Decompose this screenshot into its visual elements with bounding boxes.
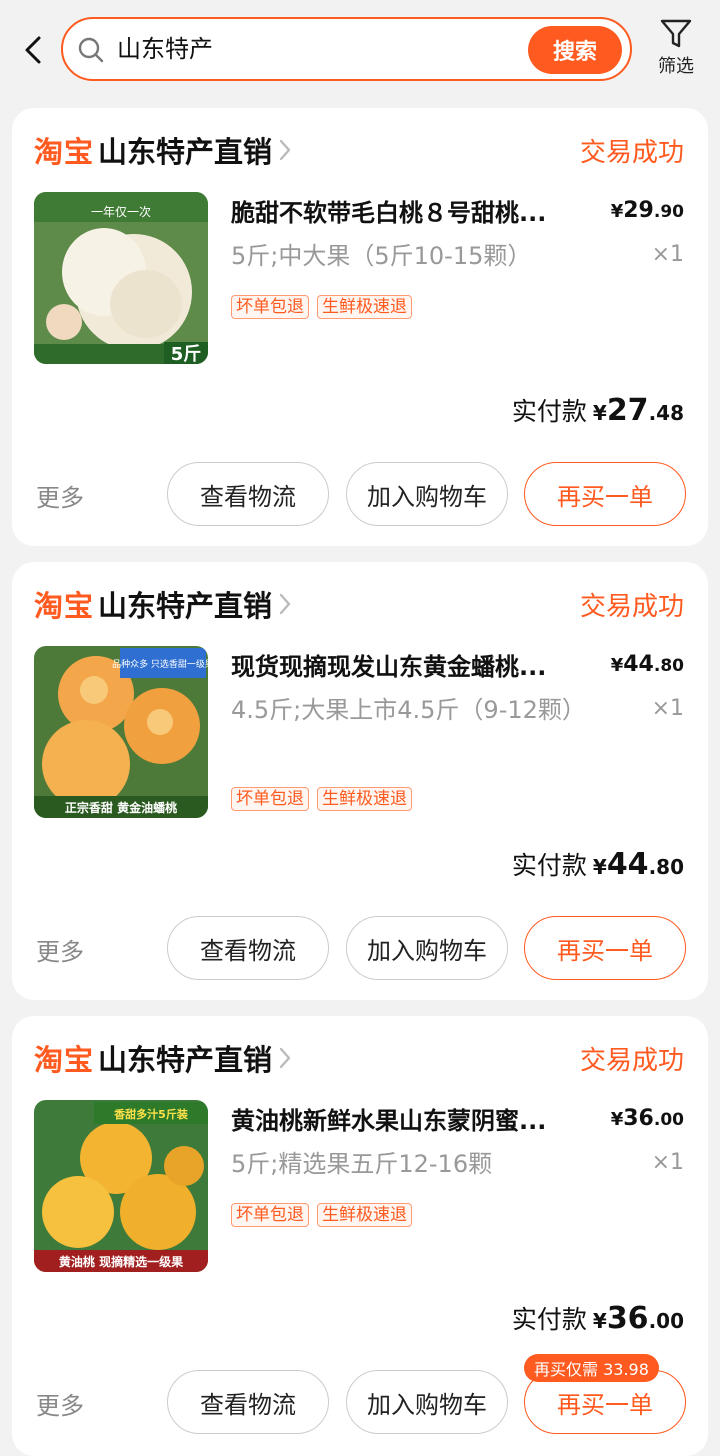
shop-name: 山东特产直销 <box>98 1043 273 1077</box>
product-image-text: 一年仅一次 <box>91 205 151 219</box>
service-tag: 坏单包退 <box>231 787 309 811</box>
more-button[interactable]: 更多 <box>36 932 84 967</box>
search-box[interactable]: 山东特产 搜索 <box>61 17 632 81</box>
paid-integer: 36 <box>606 1301 649 1336</box>
taobao-logo: 淘宝 <box>34 1043 95 1077</box>
order-status: 交易成功 <box>579 592 684 622</box>
filter-button[interactable]: 筛选 <box>650 18 702 84</box>
paid-decimal: .80 <box>648 855 684 879</box>
product-spec: 5斤;中大果（5斤10-15颗） <box>231 242 532 270</box>
unit-price: ¥44.80 <box>611 652 684 677</box>
service-tag: 坏单包退 <box>231 295 309 319</box>
product-image-text: 香甜多汁5斤装 <box>113 1107 188 1121</box>
product-image[interactable]: 一年仅一次 5斤 <box>34 192 208 364</box>
taobao-logo: 淘宝 <box>34 589 95 623</box>
paid-integer: 44 <box>606 847 649 882</box>
product-title[interactable]: 脆甜不软带毛白桃８号甜桃... <box>231 196 591 230</box>
add-to-cart-button[interactable]: 加入购物车 <box>346 916 508 980</box>
more-button[interactable]: 更多 <box>36 478 84 513</box>
add-to-cart-button[interactable]: 加入购物车 <box>346 1370 508 1434</box>
price-integer: 29 <box>623 198 654 223</box>
search-icon <box>78 37 104 63</box>
currency-symbol: ¥ <box>610 201 624 222</box>
service-tag: 生鲜极速退 <box>317 787 412 811</box>
paid-amount: 实付款 ¥ 36 .00 <box>512 1300 684 1336</box>
chevron-right-icon <box>279 139 291 161</box>
more-button[interactable]: 更多 <box>36 1386 84 1421</box>
product-title[interactable]: 黄油桃新鲜水果山东蒙阴蜜... <box>231 1104 591 1138</box>
chevron-left-icon <box>25 36 41 64</box>
quantity: ×1 <box>651 242 684 267</box>
price-decimal: .90 <box>653 202 684 222</box>
order-card: 淘宝 山东特产直销 交易成功 香甜多汁5斤装 黄油桃 现摘精选一级果 黄油桃新鲜… <box>12 1016 708 1456</box>
quantity: ×1 <box>651 1150 684 1175</box>
search-input[interactable]: 山东特产 <box>117 33 213 65</box>
back-button[interactable] <box>18 32 48 68</box>
chevron-right-icon <box>279 593 291 615</box>
rebuy-price-badge: 再买仅需 33.98 <box>524 1354 659 1382</box>
taobao-logo: 淘宝 <box>34 135 95 169</box>
price-integer: 36 <box>623 1106 654 1131</box>
product-image[interactable]: 品种众多 只选香甜一级果 正宗香甜 黄金油蟠桃 <box>34 646 208 818</box>
price-decimal: .00 <box>653 1110 684 1130</box>
paid-label: 实付款 <box>511 1305 587 1334</box>
product-image-text: 5斤 <box>171 344 202 364</box>
shop-name: 山东特产直销 <box>98 589 273 623</box>
currency-symbol: ¥ <box>592 1309 607 1333</box>
quantity: ×1 <box>651 696 684 721</box>
order-status: 交易成功 <box>579 1046 684 1076</box>
shop-header[interactable]: 淘宝 山东特产直销 <box>34 1038 292 1078</box>
service-tags: 坏单包退 生鲜极速退 <box>231 1203 412 1227</box>
currency-symbol: ¥ <box>592 855 607 879</box>
currency-symbol: ¥ <box>592 401 607 425</box>
currency-symbol: ¥ <box>610 655 624 676</box>
service-tag: 生鲜极速退 <box>317 295 412 319</box>
paid-integer: 27 <box>606 393 649 428</box>
order-card: 淘宝 山东特产直销 交易成功 品种众多 只选香甜一级果 正宗香甜 黄金油蟠桃 现… <box>12 562 708 1000</box>
view-logistics-button[interactable]: 查看物流 <box>167 462 329 526</box>
order-status: 交易成功 <box>579 138 684 168</box>
search-button[interactable]: 搜索 <box>528 26 622 74</box>
product-title[interactable]: 现货现摘现发山东黄金蟠桃... <box>231 650 591 684</box>
shop-name: 山东特产直销 <box>98 135 273 169</box>
buy-again-button[interactable]: 再买一单 <box>524 462 686 526</box>
top-bar: 山东特产 搜索 筛选 <box>0 0 720 100</box>
buy-again-button[interactable]: 再买一单 <box>524 916 686 980</box>
view-logistics-button[interactable]: 查看物流 <box>167 1370 329 1434</box>
paid-label: 实付款 <box>511 851 587 880</box>
product-image[interactable]: 香甜多汁5斤装 黄油桃 现摘精选一级果 <box>34 1100 208 1272</box>
paid-decimal: .48 <box>648 401 684 425</box>
price-integer: 44 <box>623 652 654 677</box>
filter-icon <box>660 19 692 48</box>
paid-decimal: .00 <box>648 1309 684 1333</box>
unit-price: ¥36.00 <box>611 1106 684 1131</box>
paid-amount: 实付款 ¥ 44 .80 <box>512 846 684 882</box>
view-logistics-button[interactable]: 查看物流 <box>167 916 329 980</box>
product-spec: 4.5斤;大果上市4.5斤（9-12颗） <box>231 696 586 724</box>
price-decimal: .80 <box>653 656 684 676</box>
service-tags: 坏单包退 生鲜极速退 <box>231 787 412 811</box>
unit-price: ¥29.90 <box>611 198 684 223</box>
paid-amount: 实付款 ¥ 27 .48 <box>512 392 684 428</box>
currency-symbol: ¥ <box>610 1109 624 1130</box>
service-tag: 坏单包退 <box>231 1203 309 1227</box>
shop-header[interactable]: 淘宝 山东特产直销 <box>34 584 292 624</box>
product-image-text: 黄油桃 现摘精选一级果 <box>59 1254 183 1269</box>
service-tags: 坏单包退 生鲜极速退 <box>231 295 412 319</box>
product-spec: 5斤;精选果五斤12-16颗 <box>231 1150 493 1178</box>
service-tag: 生鲜极速退 <box>317 1203 412 1227</box>
paid-label: 实付款 <box>511 397 587 426</box>
shop-header[interactable]: 淘宝 山东特产直销 <box>34 130 292 170</box>
order-card: 淘宝 山东特产直销 交易成功 一年仅一次 5斤 脆甜不软带毛白桃８号甜桃... … <box>12 108 708 546</box>
product-image-text: 品种众多 只选香甜一级果 <box>112 658 208 670</box>
chevron-right-icon <box>279 1047 291 1069</box>
filter-label: 筛选 <box>658 56 694 77</box>
product-image-text: 正宗香甜 黄金油蟠桃 <box>65 800 177 815</box>
add-to-cart-button[interactable]: 加入购物车 <box>346 462 508 526</box>
